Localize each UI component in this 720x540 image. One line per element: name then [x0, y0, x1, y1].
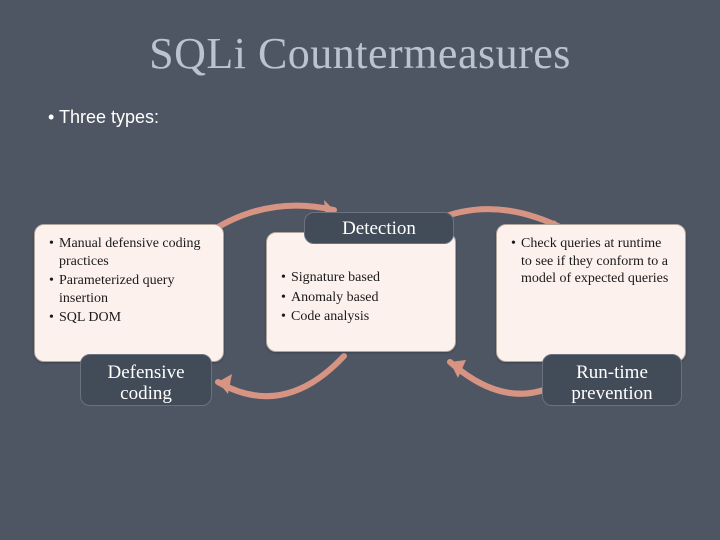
card-label-detection: Detection: [304, 212, 454, 244]
card-body: Check queries at runtime to see if they …: [497, 225, 685, 300]
list-item: Parameterized query insertion: [49, 272, 213, 307]
list-item: SQL DOM: [49, 309, 213, 327]
list-item: Signature based: [281, 269, 445, 287]
card-detection: Signature based Anomaly based Code analy…: [266, 232, 456, 352]
slide-title: SQLi Countermeasures: [0, 0, 720, 79]
card-defensive-coding: Manual defensive coding practices Parame…: [34, 224, 224, 362]
card-label-runtime: Run-time prevention: [542, 354, 682, 406]
slide-subtitle: • Three types:: [48, 107, 720, 128]
list-item: Code analysis: [281, 308, 445, 326]
list-item: Check queries at runtime to see if they …: [511, 235, 675, 288]
list-item: Manual defensive coding practices: [49, 235, 213, 270]
arrow-icon: [194, 352, 364, 432]
card-body: Manual defensive coding practices Parame…: [35, 225, 223, 339]
card-body: Signature based Anomaly based Code analy…: [267, 233, 455, 338]
card-label-defensive: Defensive coding: [80, 354, 212, 406]
diagram: Manual defensive coding practices Parame…: [34, 192, 686, 472]
card-runtime-prevention: Check queries at runtime to see if they …: [496, 224, 686, 362]
list-item: Anomaly based: [281, 289, 445, 307]
